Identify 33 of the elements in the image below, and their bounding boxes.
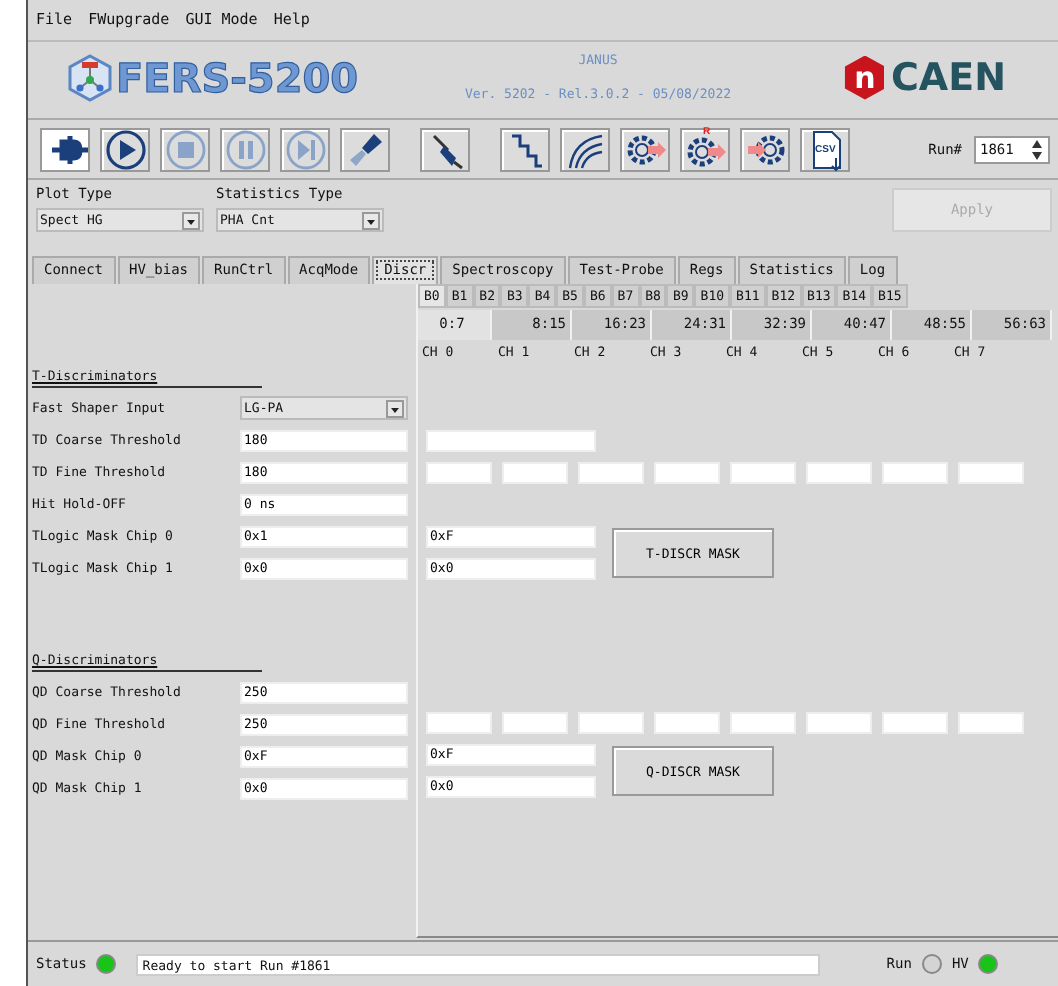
stop-icon (163, 127, 207, 172)
toolbar-button[interactable] (500, 127, 550, 172)
spin-arrows-icon (1030, 137, 1044, 162)
brand-name: CAEN (890, 55, 1006, 100)
toolbar-button[interactable] (740, 127, 790, 172)
input-field[interactable] (806, 711, 872, 734)
input-field[interactable] (806, 461, 872, 484)
input-field[interactable] (882, 711, 948, 734)
toolbar-button[interactable] (620, 127, 670, 172)
input-field[interactable] (502, 711, 568, 734)
toolbar-button[interactable] (100, 127, 150, 172)
input-field[interactable] (958, 461, 1024, 484)
input-field[interactable] (426, 711, 492, 734)
input-field[interactable] (578, 461, 644, 484)
input-field[interactable] (578, 711, 644, 734)
hexagon-network-icon (68, 53, 112, 102)
input-field[interactable] (730, 461, 796, 484)
input-field[interactable] (426, 461, 492, 484)
input-field[interactable] (502, 461, 568, 484)
input-field[interactable] (882, 461, 948, 484)
input-field[interactable] (958, 711, 1024, 734)
step-forward-icon (283, 127, 327, 172)
input-field[interactable] (426, 429, 596, 452)
input-field[interactable] (654, 461, 720, 484)
input-field[interactable] (730, 711, 796, 734)
toolbar-button[interactable] (560, 127, 610, 172)
play-icon (103, 127, 147, 172)
product-title: FERS-5200 (116, 53, 359, 102)
toolbar-button[interactable] (420, 127, 470, 172)
input-field[interactable] (654, 711, 720, 734)
pause-icon (223, 127, 267, 172)
toolbar-button[interactable] (40, 127, 90, 172)
toolbar-button[interactable] (340, 127, 390, 172)
